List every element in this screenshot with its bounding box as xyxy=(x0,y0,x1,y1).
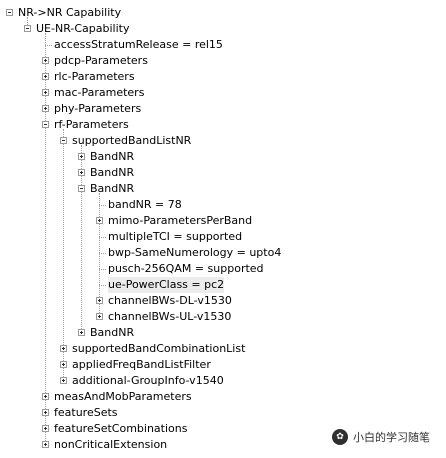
tree-node-label: featureSets xyxy=(54,406,118,419)
tree-connector-line xyxy=(99,237,106,238)
tree-node-mimo-parametersperband[interactable]: mimo-ParametersPerBand xyxy=(0,213,446,229)
tree-node-label: NR->NR Capability xyxy=(18,6,122,19)
expand-icon[interactable] xyxy=(42,425,49,432)
expand-icon[interactable] xyxy=(78,169,85,176)
tree-node-bwp-samenumerology-upto4[interactable]: bwp-SameNumerology = upto4 xyxy=(0,245,446,261)
tree-node-label: rlc-Parameters xyxy=(54,70,135,83)
tree-node-label: BandNR xyxy=(90,166,135,179)
tree-node-bandnr[interactable]: BandNR xyxy=(0,149,446,165)
tree-node-bandnr[interactable]: BandNR xyxy=(0,181,446,197)
tree-node-label: bwp-SameNumerology = upto4 xyxy=(108,246,282,259)
wechat-icon: ✿ xyxy=(332,429,348,445)
tree-node-featuresets[interactable]: featureSets xyxy=(0,405,446,421)
tree-node-label: measAndMobParameters xyxy=(54,390,192,403)
collapse-icon[interactable] xyxy=(60,137,67,144)
expand-icon[interactable] xyxy=(60,361,67,368)
expand-icon[interactable] xyxy=(96,297,103,304)
tree-node-label: BandNR xyxy=(90,326,135,339)
tree-node-supportedbandcombinationlist[interactable]: supportedBandCombinationList xyxy=(0,341,446,357)
tree-node-label: BandNR xyxy=(90,182,135,195)
expand-icon[interactable] xyxy=(60,345,67,352)
tree-node-label: mimo-ParametersPerBand xyxy=(108,214,253,227)
tree-connector-line xyxy=(99,205,106,206)
tree-node-accessstratumrelease-rel15[interactable]: accessStratumRelease = rel15 xyxy=(0,37,446,53)
tree-node-phy-parameters[interactable]: phy-Parameters xyxy=(0,101,446,117)
tree-node-measandmobparameters[interactable]: measAndMobParameters xyxy=(0,389,446,405)
tree-node-bandnr[interactable]: BandNR xyxy=(0,325,446,341)
tree-node-label: accessStratumRelease = rel15 xyxy=(54,38,223,51)
tree-node-ue-nr-capability[interactable]: UE-NR-Capability xyxy=(0,21,446,37)
capability-tree: NR->NR Capability UE-NR-Capability accessS… xyxy=(0,0,446,458)
expand-icon[interactable] xyxy=(42,409,49,416)
tree-node-multipletci-supported[interactable]: multipleTCI = supported xyxy=(0,229,446,245)
expand-icon[interactable] xyxy=(96,217,103,224)
tree-node-mac-parameters[interactable]: mac-Parameters xyxy=(0,85,446,101)
tree-connector-line xyxy=(99,269,106,270)
tree-node-pdcp-parameters[interactable]: pdcp-Parameters xyxy=(0,53,446,69)
collapse-icon[interactable] xyxy=(42,121,49,128)
tree-node-label: ue-PowerClass = pc2 xyxy=(108,277,225,293)
expand-icon[interactable] xyxy=(42,441,49,448)
tree-node-label: pdcp-Parameters xyxy=(54,54,148,67)
tree-node-label: phy-Parameters xyxy=(54,102,142,115)
collapse-icon[interactable] xyxy=(6,9,13,16)
tree-node-label: appliedFreqBandListFilter xyxy=(72,358,211,371)
tree-node-nr-nr-capability[interactable]: NR->NR Capability xyxy=(0,5,446,21)
tree-node-label: nonCriticalExtension xyxy=(54,438,168,451)
tree-node-label: supportedBandCombinationList xyxy=(72,342,246,355)
tree-node-rf-parameters[interactable]: rf-Parameters xyxy=(0,117,446,133)
watermark-text: 小白的学习随笔 xyxy=(353,431,430,444)
expand-icon[interactable] xyxy=(42,57,49,64)
tree-node-label: channelBWs-DL-v1530 xyxy=(108,294,232,307)
tree-node-ue-powerclass-pc2[interactable]: ue-PowerClass = pc2 xyxy=(0,277,446,293)
tree-node-label: supportedBandListNR xyxy=(72,134,192,147)
expand-icon[interactable] xyxy=(42,73,49,80)
expand-icon[interactable] xyxy=(42,393,49,400)
tree-node-label: BandNR xyxy=(90,150,135,163)
tree-node-label: multipleTCI = supported xyxy=(108,230,243,243)
watermark: ✿ 小白的学习随笔 xyxy=(332,428,430,446)
tree-node-label: UE-NR-Capability xyxy=(36,22,130,35)
tree-connector-line xyxy=(99,285,106,286)
tree-node-label: mac-Parameters xyxy=(54,86,145,99)
tree-node-label: bandNR = 78 xyxy=(108,198,182,211)
tree-node-label: featureSetCombinations xyxy=(54,422,188,435)
tree-node-appliedfreqbandlistfilter[interactable]: appliedFreqBandListFilter xyxy=(0,357,446,373)
expand-icon[interactable] xyxy=(60,377,67,384)
tree-node-label: rf-Parameters xyxy=(54,118,129,131)
tree-node-label: additional-GroupInfo-v1540 xyxy=(72,374,224,387)
tree-node-channelbws-dl-v1530[interactable]: channelBWs-DL-v1530 xyxy=(0,293,446,309)
tree-node-bandnr-78[interactable]: bandNR = 78 xyxy=(0,197,446,213)
expand-icon[interactable] xyxy=(96,313,103,320)
expand-icon[interactable] xyxy=(78,153,85,160)
tree-node-rlc-parameters[interactable]: rlc-Parameters xyxy=(0,69,446,85)
expand-icon[interactable] xyxy=(42,89,49,96)
tree-node-pusch-256qam-supported[interactable]: pusch-256QAM = supported xyxy=(0,261,446,277)
collapse-icon[interactable] xyxy=(78,185,85,192)
tree-node-channelbws-ul-v1530[interactable]: channelBWs-UL-v1530 xyxy=(0,309,446,325)
tree-node-label: pusch-256QAM = supported xyxy=(108,262,264,275)
expand-icon[interactable] xyxy=(42,105,49,112)
expand-icon[interactable] xyxy=(78,329,85,336)
tree-node-additional-groupinfo-v1540[interactable]: additional-GroupInfo-v1540 xyxy=(0,373,446,389)
tree-node-supportedbandlistnr[interactable]: supportedBandListNR xyxy=(0,133,446,149)
collapse-icon[interactable] xyxy=(24,25,31,32)
tree-node-bandnr[interactable]: BandNR xyxy=(0,165,446,181)
tree-connector-line xyxy=(99,253,106,254)
tree-connector-line xyxy=(45,45,52,46)
tree-node-label: channelBWs-UL-v1530 xyxy=(108,310,232,323)
